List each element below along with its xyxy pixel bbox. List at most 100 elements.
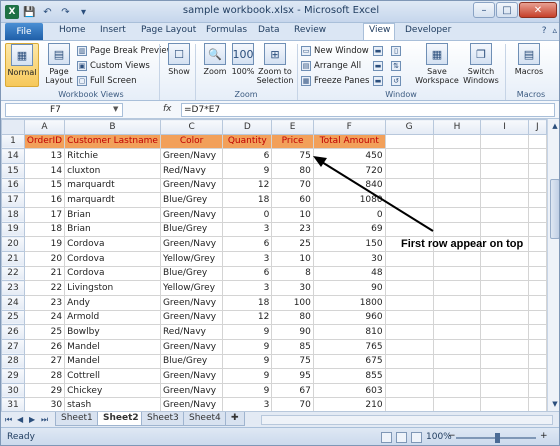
header-cell-total-amount[interactable]: Total Amount xyxy=(312,133,386,150)
cell-total-amount[interactable]: 150 xyxy=(312,236,386,252)
empty-cell[interactable] xyxy=(432,250,482,267)
cell-customer-lastname[interactable]: Cordova xyxy=(64,236,161,252)
name-box[interactable]: F7 xyxy=(5,103,123,117)
cell-customer-lastname[interactable]: Andy xyxy=(64,294,161,311)
empty-cell[interactable] xyxy=(384,133,434,150)
cell-orderid[interactable]: 29 xyxy=(23,382,66,399)
insert-sheet-icon[interactable]: ✚ xyxy=(225,412,245,426)
empty-cell[interactable] xyxy=(384,221,434,238)
row-header[interactable]: 31 xyxy=(1,397,25,411)
empty-cell[interactable] xyxy=(384,192,434,208)
cell-total-amount[interactable]: 48 xyxy=(312,265,386,282)
tab-review[interactable]: Review xyxy=(294,25,326,35)
empty-cell[interactable] xyxy=(384,382,434,399)
cell-total-amount[interactable]: 0 xyxy=(312,206,386,223)
empty-cell[interactable] xyxy=(527,294,547,311)
cell-price[interactable]: 85 xyxy=(271,338,314,355)
full-screen-button[interactable]: ▢ Full Screen xyxy=(77,74,136,87)
cell-quantity[interactable]: 3 xyxy=(222,280,273,296)
cell-quantity[interactable]: 9 xyxy=(222,162,273,179)
cell-price[interactable]: 10 xyxy=(271,206,314,223)
scroll-down-icon[interactable]: ▼ xyxy=(549,398,559,410)
cell-customer-lastname[interactable]: Ritchie xyxy=(64,148,161,164)
empty-cell[interactable] xyxy=(432,206,482,223)
column-header-a[interactable]: A xyxy=(23,119,66,135)
horizontal-scrollbar[interactable] xyxy=(261,415,553,425)
cell-color[interactable]: Green/Navy xyxy=(159,236,224,252)
cell-color[interactable]: Green/Navy xyxy=(159,382,224,399)
hide-button[interactable]: ▬ xyxy=(373,59,383,72)
sync-scrolling-button[interactable]: ⇅ xyxy=(391,59,401,72)
macros-button[interactable]: ▤ Macros xyxy=(509,43,549,87)
cell-quantity[interactable]: 3 xyxy=(222,397,273,411)
row-header[interactable]: 27 xyxy=(1,338,25,355)
split-button[interactable]: ▬ xyxy=(373,44,383,57)
header-cell-quantity[interactable]: Quantity xyxy=(222,133,273,150)
empty-cell[interactable] xyxy=(480,353,529,370)
cell-price[interactable]: 100 xyxy=(271,294,314,311)
cell-price[interactable]: 30 xyxy=(271,280,314,296)
cell-quantity[interactable]: 9 xyxy=(222,382,273,399)
first-sheet-icon[interactable]: ⏮ xyxy=(5,415,12,425)
empty-cell[interactable] xyxy=(527,397,547,411)
tab-data[interactable]: Data xyxy=(258,25,280,35)
freeze-panes-button[interactable]: ▦ Freeze Panes xyxy=(301,74,369,87)
cell-color[interactable]: Blue/Grey xyxy=(159,353,224,370)
cell-quantity[interactable]: 9 xyxy=(222,353,273,370)
cell-price[interactable]: 8 xyxy=(271,265,314,282)
save-workspace-button[interactable]: ▦ Save Workspace xyxy=(415,43,459,87)
column-header-i[interactable]: I xyxy=(480,119,529,135)
next-sheet-icon[interactable]: ▶ xyxy=(29,415,35,424)
empty-cell[interactable] xyxy=(527,324,547,340)
cell-customer-lastname[interactable]: Brian xyxy=(64,206,161,223)
cell-price[interactable]: 60 xyxy=(271,192,314,208)
empty-cell[interactable] xyxy=(480,221,529,238)
cell-color[interactable]: Green/Navy xyxy=(159,397,224,411)
cell-total-amount[interactable]: 30 xyxy=(312,250,386,267)
empty-cell[interactable] xyxy=(480,162,529,179)
zoom-slider-knob[interactable] xyxy=(495,433,500,443)
empty-cell[interactable] xyxy=(527,280,547,296)
cell-price[interactable]: 67 xyxy=(271,382,314,399)
normal-view-status-icon[interactable] xyxy=(381,432,392,443)
empty-cell[interactable] xyxy=(527,309,547,326)
cell-customer-lastname[interactable]: Bowlby xyxy=(64,324,161,340)
name-box-dropdown-icon[interactable]: ▼ xyxy=(113,105,118,113)
cell-total-amount[interactable]: 720 xyxy=(312,162,386,179)
cell-customer-lastname[interactable]: Mandel xyxy=(64,338,161,355)
cell-customer-lastname[interactable]: stash xyxy=(64,397,161,411)
cell-color[interactable]: Yellow/Grey xyxy=(159,250,224,267)
cell-orderid[interactable]: 22 xyxy=(23,280,66,296)
empty-cell[interactable] xyxy=(527,133,547,150)
row-header[interactable]: 23 xyxy=(1,280,25,296)
header-cell-price[interactable]: Price xyxy=(271,133,314,150)
maximize-button[interactable]: □ xyxy=(496,2,518,18)
cell-customer-lastname[interactable]: Cottrell xyxy=(64,368,161,384)
empty-cell[interactable] xyxy=(480,265,529,282)
tab-developer[interactable]: Developer xyxy=(405,25,451,35)
cell-orderid[interactable]: 19 xyxy=(23,236,66,252)
cell-customer-lastname[interactable]: Chickey xyxy=(64,382,161,399)
column-header-d[interactable]: D xyxy=(222,119,273,135)
cell-price[interactable]: 75 xyxy=(271,353,314,370)
empty-cell[interactable] xyxy=(384,368,434,384)
empty-cell[interactable] xyxy=(432,133,482,150)
normal-view-button[interactable]: ▦ Normal xyxy=(5,43,39,87)
select-all-corner[interactable] xyxy=(1,119,25,135)
cell-quantity[interactable]: 6 xyxy=(222,265,273,282)
cell-table[interactable]: A B C D E F G H I J 1 OrderID Customer L… xyxy=(1,119,547,411)
cell-color[interactable]: Red/Navy xyxy=(159,324,224,340)
cell-total-amount[interactable]: 90 xyxy=(312,280,386,296)
prev-sheet-icon[interactable]: ◀ xyxy=(17,415,23,424)
cell-customer-lastname[interactable]: Armold xyxy=(64,309,161,326)
cell-orderid[interactable]: 27 xyxy=(23,353,66,370)
cell-total-amount[interactable]: 675 xyxy=(312,353,386,370)
cell-orderid[interactable]: 26 xyxy=(23,338,66,355)
vertical-scroll-thumb[interactable] xyxy=(550,179,559,239)
empty-cell[interactable] xyxy=(384,280,434,296)
row-header[interactable]: 22 xyxy=(1,265,25,282)
cell-quantity[interactable]: 9 xyxy=(222,324,273,340)
empty-cell[interactable] xyxy=(480,294,529,311)
cell-price[interactable]: 80 xyxy=(271,162,314,179)
empty-cell[interactable] xyxy=(384,177,434,194)
